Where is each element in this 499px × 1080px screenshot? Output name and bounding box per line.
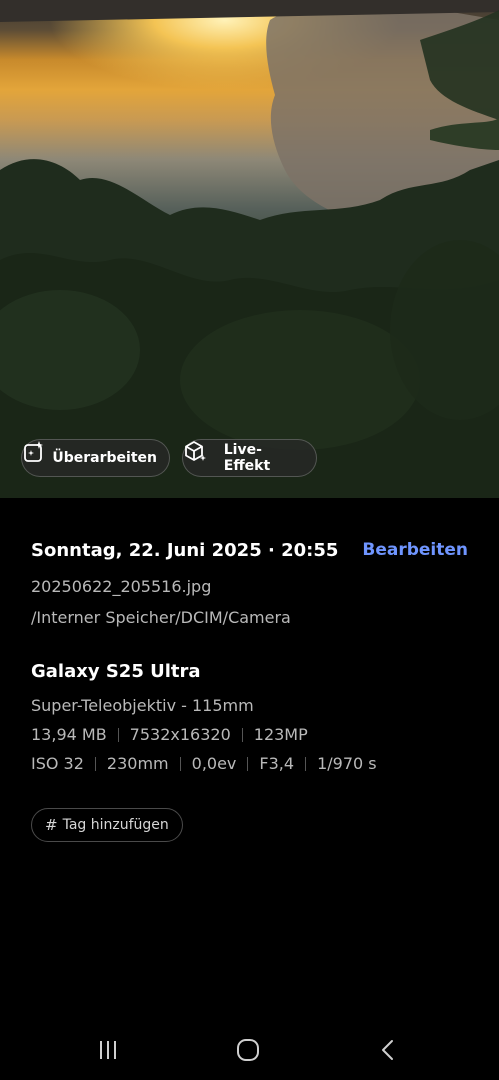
details-panel: Sonntag, 22. Juni 2025 · 20:55 Bearbeite… xyxy=(31,530,468,778)
divider xyxy=(94,756,96,771)
revise-button[interactable]: Überarbeiten xyxy=(21,439,170,477)
recents-icon[interactable] xyxy=(93,1036,123,1064)
photo-preview[interactable]: Überarbeiten Live-Effekt xyxy=(0,0,499,498)
iso-value: ISO 32 xyxy=(31,754,84,773)
add-tag-label: Tag hinzufügen xyxy=(62,817,169,833)
photo-details-screen: Überarbeiten Live-Effekt Sonntag, 22. Ju… xyxy=(0,0,499,1080)
capture-date: Sonntag, 22. Juni 2025 · 20:55 xyxy=(31,539,339,561)
sparkle-edit-icon xyxy=(24,441,46,470)
file-info-row: 13,94 MB 7532x16320 123MP xyxy=(31,720,468,749)
cube-sparkle-icon xyxy=(185,441,218,470)
file-size: 13,94 MB xyxy=(31,725,107,744)
revise-label: Überarbeiten xyxy=(52,450,157,466)
add-tag-button[interactable]: # Tag hinzufügen xyxy=(31,808,183,842)
edit-details-button[interactable]: Bearbeiten xyxy=(362,540,468,560)
home-icon[interactable] xyxy=(233,1036,263,1064)
exposure-value: 0,0ev xyxy=(191,754,237,773)
file-name: 20250622_205516.jpg xyxy=(31,577,212,596)
divider xyxy=(179,756,181,771)
live-effect-label: Live-Effekt xyxy=(223,442,271,474)
live-effect-button[interactable]: Live-Effekt xyxy=(182,439,317,477)
megapixels: 123MP xyxy=(253,725,308,744)
shutter-speed: 1/970 s xyxy=(317,754,377,773)
focal-length: 230mm xyxy=(106,754,169,773)
hash-icon: # xyxy=(45,816,58,834)
date-row: Sonntag, 22. Juni 2025 · 20:55 Bearbeite… xyxy=(31,530,468,570)
device-name: Galaxy S25 Ultra xyxy=(31,661,201,682)
image-resolution: 7532x16320 xyxy=(129,725,231,744)
navigation-bar xyxy=(0,1020,499,1080)
divider xyxy=(305,756,307,771)
file-path: /Interner Speicher/DCIM/Camera xyxy=(31,608,291,627)
divider xyxy=(247,756,249,771)
aperture: F3,4 xyxy=(259,754,295,773)
exposure-row: ISO 32 230mm 0,0ev F3,4 1/970 s xyxy=(31,749,468,778)
lens-label: Super-Teleobjektiv - 115mm xyxy=(31,696,254,715)
lens-info: Super-Teleobjektiv - 115mm xyxy=(31,691,468,720)
divider xyxy=(117,727,119,742)
photo-image xyxy=(0,0,499,498)
divider xyxy=(241,727,243,742)
back-icon[interactable] xyxy=(373,1036,403,1064)
